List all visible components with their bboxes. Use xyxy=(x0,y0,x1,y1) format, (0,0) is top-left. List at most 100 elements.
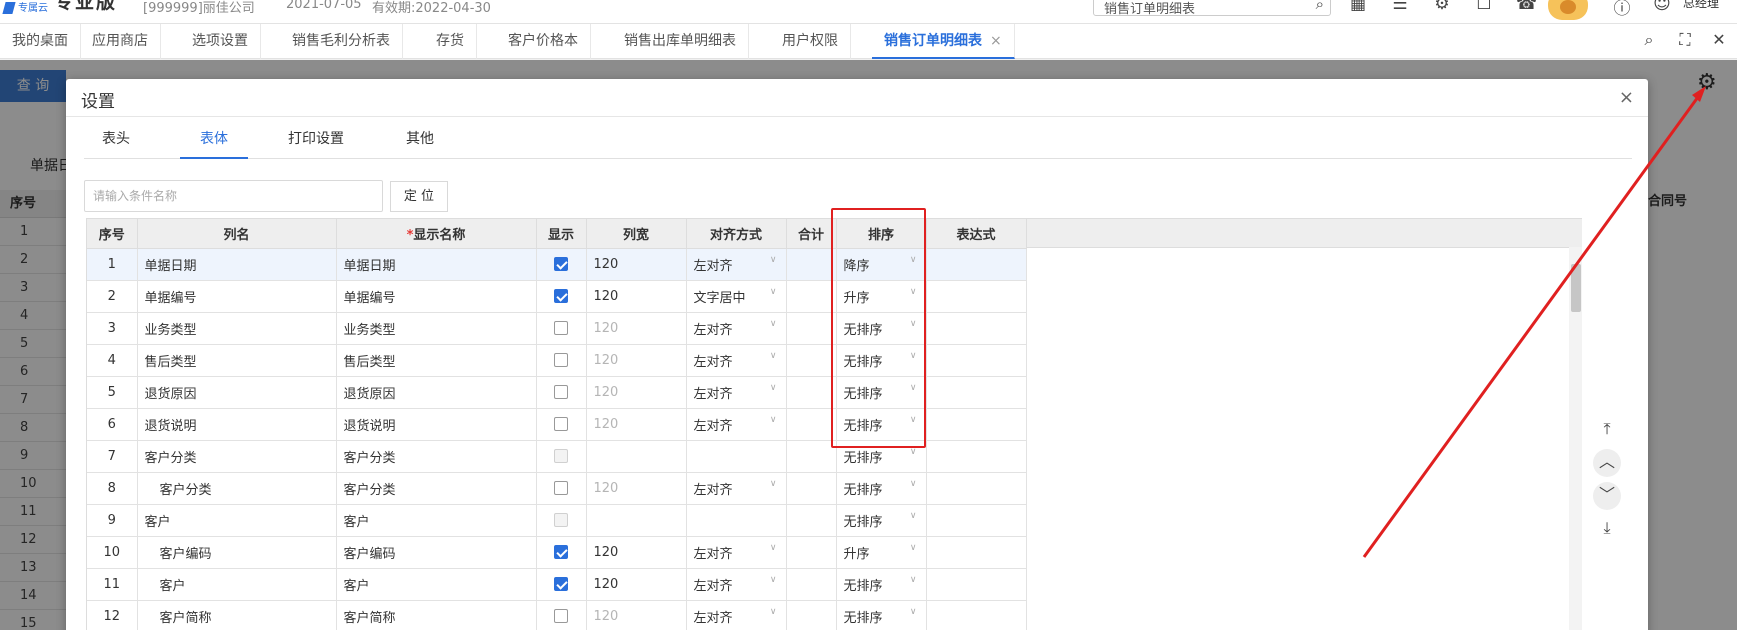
tab-options[interactable]: 选项设置 xyxy=(180,24,261,59)
row-display-name[interactable]: 退货原因 xyxy=(336,376,537,409)
show-checkbox[interactable] xyxy=(554,257,568,271)
row-expression[interactable] xyxy=(926,280,1027,313)
show-checkbox[interactable] xyxy=(554,321,568,335)
row-sort-select[interactable]: 无排序 ∨ xyxy=(836,568,927,601)
row-display-name[interactable]: 单据编号 xyxy=(336,280,537,313)
move-down-icon[interactable]: ﹀ xyxy=(1593,482,1621,510)
row-total[interactable] xyxy=(786,408,837,441)
scrollbar-thumb[interactable] xyxy=(1571,264,1581,312)
row-align-select[interactable]: 左对齐 ∨ xyxy=(686,568,787,601)
row-width[interactable]: 120 xyxy=(586,536,687,569)
row-align-select[interactable]: 文字居中 ∨ xyxy=(686,280,787,313)
row-width[interactable]: 120 xyxy=(586,600,687,630)
tab-header[interactable]: 表头 xyxy=(84,120,148,159)
row-align-select[interactable]: 左对齐 ∨ xyxy=(686,376,787,409)
show-checkbox[interactable] xyxy=(554,609,568,623)
row-expression[interactable] xyxy=(926,536,1027,569)
show-checkbox[interactable] xyxy=(554,289,568,303)
row-expression[interactable] xyxy=(926,600,1027,630)
row-align-select[interactable]: 左对齐 ∨ xyxy=(686,600,787,630)
row-sort-select[interactable]: 无排序 ∨ xyxy=(836,472,927,505)
row-total[interactable] xyxy=(786,472,837,505)
tab-print-settings[interactable]: 打印设置 xyxy=(278,120,354,159)
row-display-name[interactable]: 单据日期 xyxy=(336,248,537,281)
row-align-select[interactable]: 左对齐 ∨ xyxy=(686,536,787,569)
row-total[interactable] xyxy=(786,600,837,630)
show-checkbox[interactable] xyxy=(554,577,568,591)
row-width[interactable] xyxy=(586,504,687,537)
locate-button[interactable]: 定 位 xyxy=(390,181,448,212)
table-row[interactable]: 9 客户 客户 无排序 ∨ xyxy=(87,504,1027,537)
row-width[interactable]: 120 xyxy=(586,568,687,601)
row-expression[interactable] xyxy=(926,504,1027,537)
row-align-select[interactable]: 左对齐 ∨ xyxy=(686,408,787,441)
tab-sales-order-detail[interactable]: 销售订单明细表 × xyxy=(872,24,1015,59)
tab-gross-profit[interactable]: 销售毛利分析表 xyxy=(280,24,403,59)
row-width[interactable]: 120 xyxy=(586,408,687,441)
row-expression[interactable] xyxy=(926,440,1027,473)
tab-customer-price[interactable]: 客户价格本 xyxy=(496,24,591,59)
company-name[interactable]: [999999]丽佳公司 xyxy=(143,0,255,16)
user-icon[interactable]: ☺ xyxy=(1652,0,1672,14)
row-width[interactable]: 120 xyxy=(586,280,687,313)
global-search-input[interactable]: 销售订单明细表 ⌕ xyxy=(1093,0,1331,17)
row-display-name[interactable]: 业务类型 xyxy=(336,312,537,345)
row-display-name[interactable]: 客户 xyxy=(336,568,537,601)
row-width[interactable]: 120 xyxy=(586,344,687,377)
search-icon[interactable]: ⌕ xyxy=(1316,0,1324,13)
row-align-select[interactable] xyxy=(686,504,787,537)
tab-user-permission[interactable]: 用户权限 xyxy=(770,24,851,59)
condition-search-input[interactable] xyxy=(84,180,383,212)
move-bottom-icon[interactable]: ⤓ xyxy=(1593,515,1621,543)
show-checkbox[interactable] xyxy=(554,353,568,367)
row-total[interactable] xyxy=(786,280,837,313)
phone-icon[interactable]: ☎ xyxy=(1516,0,1537,14)
close-icon[interactable]: ✕ xyxy=(1708,30,1730,49)
row-width[interactable] xyxy=(586,440,687,473)
row-width[interactable]: 120 xyxy=(586,472,687,505)
tab-other[interactable]: 其他 xyxy=(390,120,450,159)
row-width[interactable]: 120 xyxy=(586,312,687,345)
tab-inventory[interactable]: 存货 xyxy=(424,24,477,59)
row-expression[interactable] xyxy=(926,248,1027,281)
row-display-name[interactable]: 客户分类 xyxy=(336,440,537,473)
row-display-name[interactable]: 客户编码 xyxy=(336,536,537,569)
table-row[interactable]: 12 客户简称 客户简称 120 左对齐 ∨ 无排序 ∨ xyxy=(87,600,1027,630)
search-icon[interactable]: ⌕ xyxy=(1638,30,1660,50)
row-expression[interactable] xyxy=(926,408,1027,441)
row-display-name[interactable]: 售后类型 xyxy=(336,344,537,377)
row-align-select[interactable] xyxy=(686,440,787,473)
row-expression[interactable] xyxy=(926,472,1027,505)
close-icon[interactable]: × xyxy=(1619,87,1634,108)
row-width[interactable]: 120 xyxy=(586,248,687,281)
row-display-name[interactable]: 客户 xyxy=(336,504,537,537)
building-icon[interactable]: ▦ xyxy=(1348,0,1368,14)
tasks-icon[interactable]: ☰ xyxy=(1390,0,1410,14)
row-total[interactable] xyxy=(786,312,837,345)
row-expression[interactable] xyxy=(926,376,1027,409)
show-checkbox[interactable] xyxy=(554,385,568,399)
bell-icon[interactable]: ☐ xyxy=(1474,0,1494,14)
row-total[interactable] xyxy=(786,536,837,569)
tab-my-desktop[interactable]: 我的桌面 xyxy=(0,24,81,59)
table-row[interactable]: 10 客户编码 客户编码 120 左对齐 ∨ 升序 ∨ xyxy=(87,536,1027,569)
user-name[interactable]: 总经理 xyxy=(1683,0,1719,11)
table-row[interactable]: 8 客户分类 客户分类 120 左对齐 ∨ 无排序 ∨ xyxy=(87,472,1027,505)
row-width[interactable]: 120 xyxy=(586,376,687,409)
show-checkbox[interactable] xyxy=(554,481,568,495)
product-logo[interactable]: 专属云 专业版 xyxy=(2,0,117,14)
avatar[interactable] xyxy=(1548,0,1588,20)
row-expression[interactable] xyxy=(926,312,1027,345)
row-align-select[interactable]: 左对齐 ∨ xyxy=(686,344,787,377)
row-total[interactable] xyxy=(786,344,837,377)
settings-cube-icon[interactable]: ⚙ xyxy=(1432,0,1452,14)
row-sort-select[interactable]: 无排序 ∨ xyxy=(836,504,927,537)
close-icon[interactable]: × xyxy=(990,33,1002,49)
row-expression[interactable] xyxy=(926,344,1027,377)
row-total[interactable] xyxy=(786,376,837,409)
row-total[interactable] xyxy=(786,248,837,281)
row-align-select[interactable]: 左对齐 ∨ xyxy=(686,312,787,345)
move-up-icon[interactable]: ︿ xyxy=(1593,449,1621,477)
show-checkbox[interactable] xyxy=(554,545,568,559)
tab-body[interactable]: 表体 xyxy=(180,120,248,159)
